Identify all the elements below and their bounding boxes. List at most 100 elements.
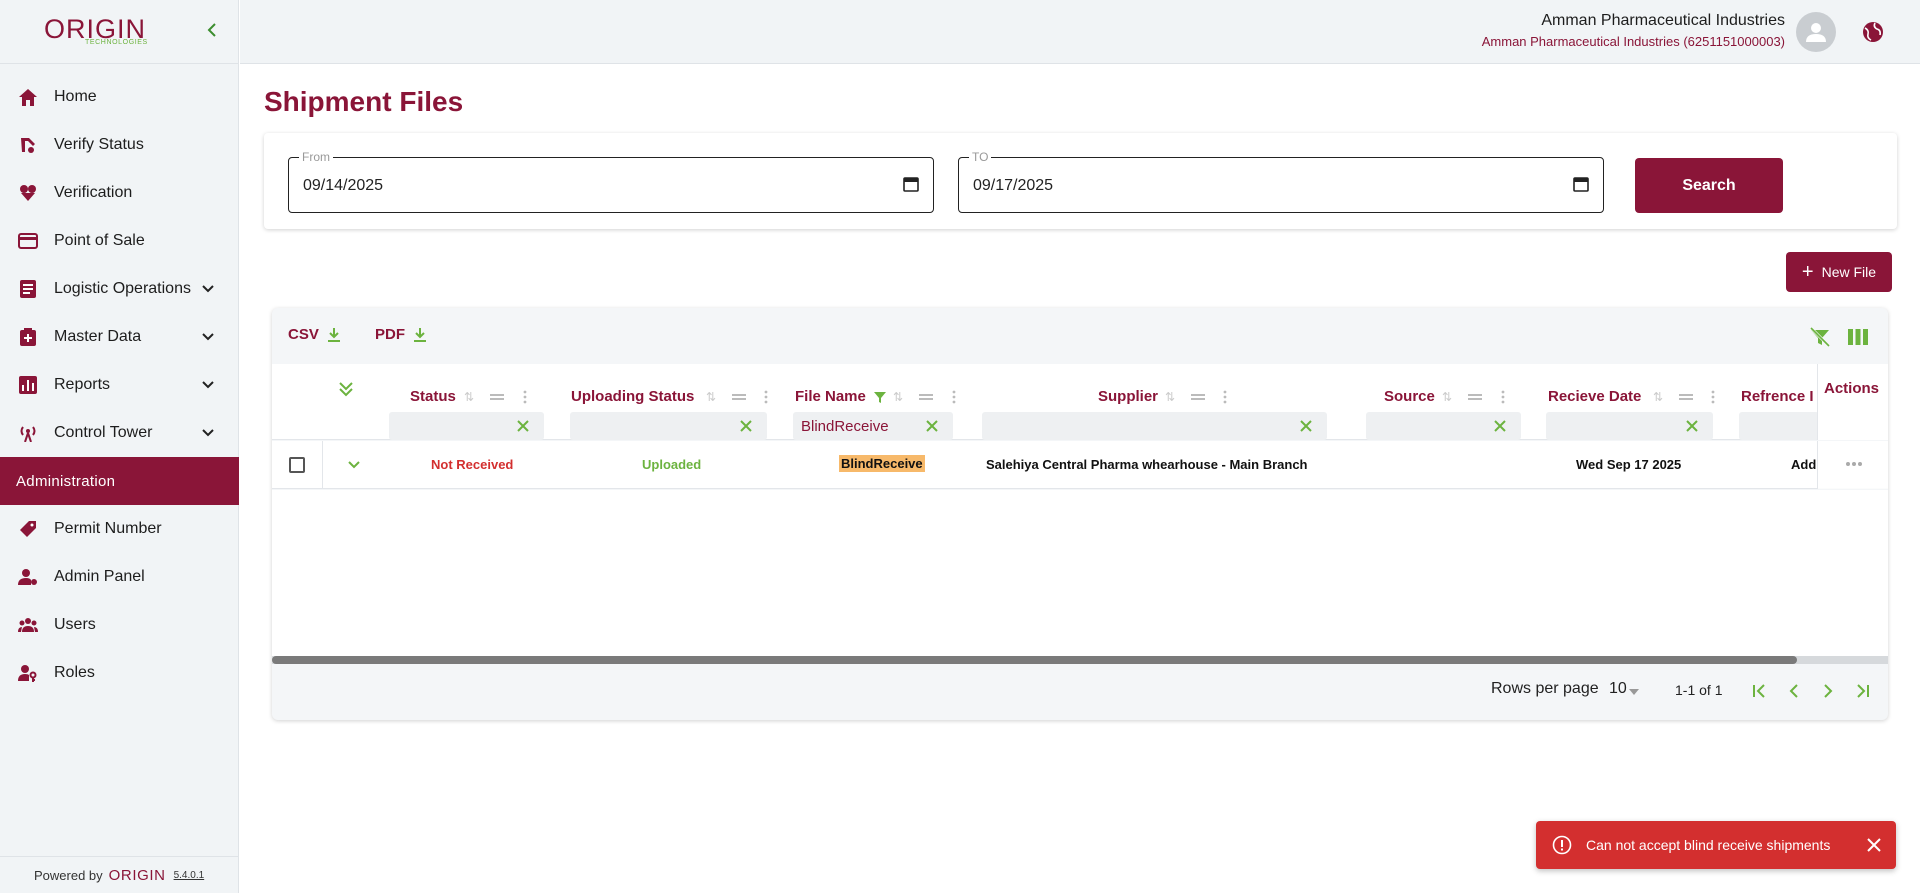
sidebar-item-master-data[interactable]: Master Data	[0, 313, 239, 361]
clear-icon[interactable]	[739, 419, 753, 433]
more-actions-icon[interactable]	[1845, 461, 1863, 467]
clear-filters-icon[interactable]	[1808, 325, 1832, 349]
columns-icon[interactable]	[1846, 325, 1870, 349]
clear-icon[interactable]	[516, 419, 530, 433]
row-checkbox[interactable]	[289, 457, 305, 473]
company-name: Amman Pharmaceutical Industries	[1541, 12, 1785, 29]
version-link[interactable]: 5.4.0.1	[174, 870, 205, 881]
sidebar-item-admin-panel[interactable]: Admin Panel	[0, 553, 239, 601]
sidebar-item-control-tower[interactable]: Control Tower	[0, 409, 239, 457]
drag-handle-icon[interactable]	[919, 390, 933, 404]
sidebar-item-reports[interactable]: Reports	[0, 361, 239, 409]
sidebar-item-label: Verification	[54, 184, 133, 201]
to-label: TO	[969, 150, 992, 164]
column-menu-icon[interactable]	[1496, 390, 1510, 404]
sort-icon[interactable]: ⇅	[706, 390, 720, 404]
toast-message: Can not accept blind receive shipments	[1586, 837, 1831, 853]
column-header-reference[interactable]: Refrence I	[1741, 388, 1814, 405]
clear-icon[interactable]	[1493, 419, 1507, 433]
sidebar-item-label: Point of Sale	[54, 232, 145, 249]
export-csv-button[interactable]: CSV	[288, 326, 341, 343]
column-menu-icon[interactable]	[759, 390, 773, 404]
table-row[interactable]: Not Received Uploaded BlindReceive Saleh…	[272, 441, 1888, 489]
expand-all-icon[interactable]	[338, 380, 354, 398]
divider	[322, 441, 323, 489]
company-info: Amman Pharmaceutical Industries Amman Ph…	[1482, 12, 1785, 49]
rows-per-page-select[interactable]: 10	[1609, 680, 1627, 698]
sidebar-item-verify-status[interactable]: Verify Status	[0, 121, 239, 169]
sort-icon[interactable]: ⇅	[1653, 390, 1667, 404]
previous-page-icon[interactable]	[1785, 682, 1803, 700]
sidebar-item-logistic-operations[interactable]: Logistic Operations	[0, 265, 239, 313]
next-page-icon[interactable]	[1819, 682, 1837, 700]
close-icon[interactable]	[1866, 837, 1882, 853]
column-menu-icon[interactable]	[518, 390, 532, 404]
horizontal-scrollbar[interactable]	[272, 656, 1797, 664]
page-title: Shipment Files	[264, 86, 464, 117]
reference-filter-input[interactable]	[1739, 412, 1819, 440]
column-menu-icon[interactable]	[1706, 390, 1720, 404]
avatar[interactable]	[1796, 12, 1836, 52]
sidebar-item-home[interactable]: Home	[0, 73, 239, 121]
column-header-actions: Actions	[1824, 380, 1880, 397]
calendar-icon[interactable]	[903, 176, 919, 192]
column-header-receive-date[interactable]: Recieve Date	[1548, 388, 1641, 405]
sort-icon[interactable]: ⇅	[893, 390, 907, 404]
uploading-status-filter-input[interactable]	[570, 412, 767, 440]
export-pdf-button[interactable]: PDF	[375, 326, 427, 343]
sidebar-item-point-of-sale[interactable]: Point of Sale	[0, 217, 239, 265]
new-file-button[interactable]: + New File	[1786, 252, 1892, 292]
column-header-status[interactable]: Status	[410, 388, 456, 405]
clear-icon[interactable]	[1685, 419, 1699, 433]
status-filter-input[interactable]	[389, 412, 544, 440]
drag-handle-icon[interactable]	[732, 390, 746, 404]
chevron-down-icon	[202, 285, 214, 293]
source-filter-input[interactable]	[1366, 412, 1521, 440]
error-toast: Can not accept blind receive shipments	[1536, 821, 1896, 869]
calendar-icon[interactable]	[1573, 176, 1589, 192]
clear-icon[interactable]	[925, 419, 939, 433]
collapse-sidebar-button[interactable]	[202, 20, 222, 42]
sidebar: ORIGIN TECHNOLOGIES Home Verify Status V…	[0, 0, 239, 893]
sidebar-item-label: Verify Status	[54, 136, 144, 153]
drag-handle-icon[interactable]	[490, 390, 504, 404]
column-menu-icon[interactable]	[1218, 390, 1232, 404]
sidebar-item-permit-number[interactable]: Permit Number	[0, 505, 239, 553]
caret-down-icon[interactable]	[1629, 689, 1639, 695]
column-header-file-name[interactable]: File Name	[795, 388, 866, 405]
column-menu-icon[interactable]	[947, 390, 961, 404]
from-date-field[interactable]: From 09/14/2025	[288, 150, 934, 213]
column-header-uploading-status[interactable]: Uploading Status	[571, 388, 694, 405]
sidebar-item-roles[interactable]: Roles	[0, 649, 239, 697]
sort-icon[interactable]: ⇅	[464, 390, 478, 404]
sidebar-item-verification[interactable]: Verification	[0, 169, 239, 217]
first-page-icon[interactable]	[1751, 682, 1769, 700]
sort-icon[interactable]: ⇅	[1442, 390, 1456, 404]
search-button[interactable]: Search	[1635, 158, 1783, 213]
drag-handle-icon[interactable]	[1679, 390, 1693, 404]
receive-date-filter-input[interactable]	[1546, 412, 1713, 440]
from-value: 09/14/2025	[303, 177, 384, 194]
column-header-supplier[interactable]: Supplier	[1098, 388, 1158, 405]
sidebar-item-label: Roles	[54, 664, 95, 681]
download-icon	[327, 327, 340, 342]
drag-handle-icon[interactable]	[1468, 390, 1482, 404]
clear-icon[interactable]	[1299, 419, 1313, 433]
globe-icon[interactable]	[1861, 20, 1885, 44]
actions-header-cell: Actions	[1817, 364, 1888, 440]
to-date-field[interactable]: TO 09/17/2025	[958, 150, 1604, 213]
csv-label: CSV	[288, 326, 319, 343]
last-page-icon[interactable]	[1853, 682, 1871, 700]
chevron-down-icon[interactable]	[347, 459, 361, 471]
supplier-filter-input[interactable]	[982, 412, 1327, 440]
file-name-filter-input[interactable]: BlindReceive	[793, 412, 953, 440]
column-header-source[interactable]: Source	[1384, 388, 1435, 405]
filter-active-icon[interactable]	[873, 390, 887, 404]
sort-icon[interactable]: ⇅	[1165, 390, 1179, 404]
download-icon	[414, 327, 426, 342]
plus-icon: +	[1801, 261, 1814, 283]
home-icon	[19, 88, 37, 106]
sidebar-item-label: Logistic Operations	[54, 280, 191, 297]
drag-handle-icon[interactable]	[1191, 390, 1205, 404]
sidebar-item-users[interactable]: Users	[0, 601, 239, 649]
